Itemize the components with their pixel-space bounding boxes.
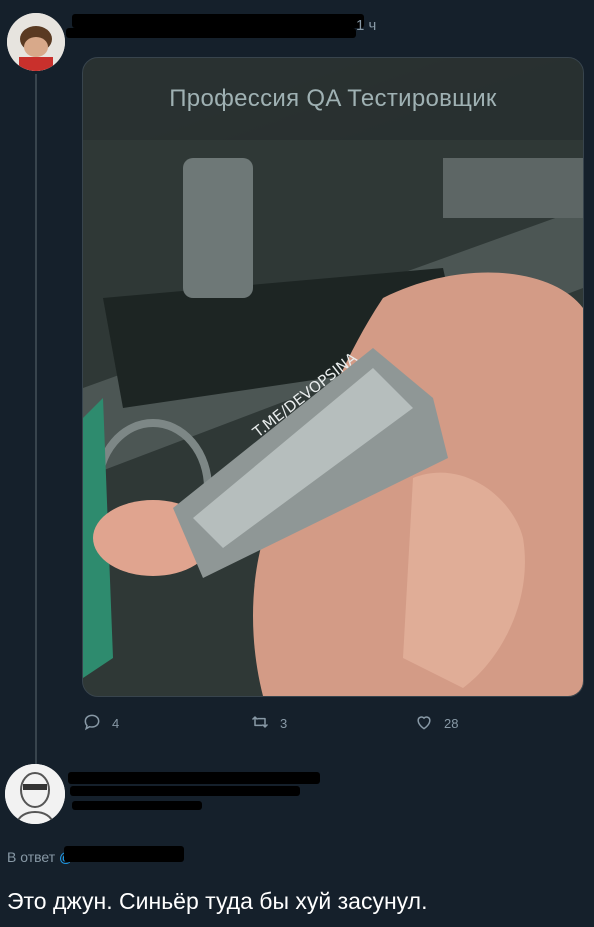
reply-text: Это джун. Синьёр туда бы хуй засунул. <box>7 888 428 914</box>
redacted-reply-to-handle <box>64 846 184 862</box>
reply-button[interactable]: 4 <box>82 712 119 735</box>
redacted-reply-handle <box>70 786 300 796</box>
media-photo: T.ME/DEVOPSINA <box>83 140 583 696</box>
retweet-icon <box>250 712 270 735</box>
tweet-media[interactable]: T.ME/DEVOPSINA Профессия QA Тестировщик <box>82 57 584 697</box>
retweet-button[interactable]: 3 <box>250 712 287 735</box>
reply-avatar[interactable] <box>5 764 65 824</box>
like-button[interactable]: 28 <box>414 712 458 735</box>
media-banner: Профессия QA Тестировщик <box>83 58 583 140</box>
like-count: 28 <box>444 716 459 731</box>
media-caption: Профессия QA Тестировщик <box>169 85 497 112</box>
reply-count: 4 <box>112 716 120 731</box>
retweet-count: 3 <box>280 716 288 731</box>
redacted-handle <box>66 28 356 38</box>
tweet-actions: 4 3 28 <box>82 712 582 740</box>
reply-icon <box>82 712 102 735</box>
redacted-reply-username <box>68 772 320 784</box>
avatar[interactable] <box>7 13 65 71</box>
thread-line <box>35 74 37 764</box>
reply-to-label: В ответ <box>7 849 56 865</box>
heart-icon <box>414 712 434 735</box>
redacted-username <box>72 14 364 28</box>
tweet-time[interactable]: 1 ч <box>356 17 376 34</box>
redacted-reply-meta <box>72 801 202 810</box>
